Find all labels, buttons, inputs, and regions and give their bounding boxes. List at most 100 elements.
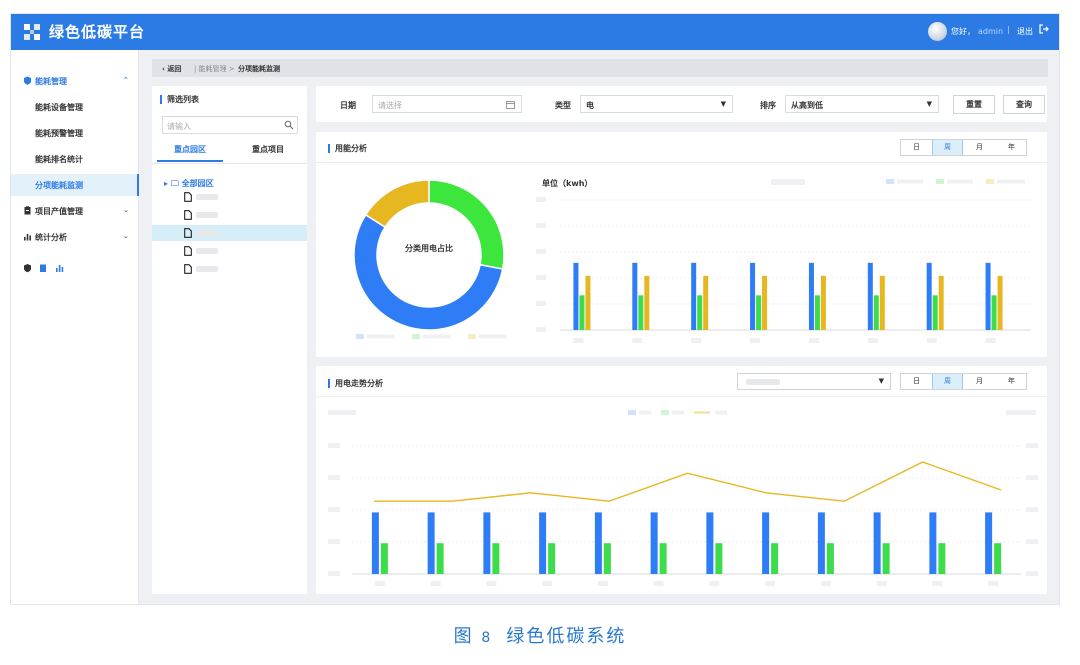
breadcrumb-parent[interactable]: | 能耗管理 > <box>194 64 235 74</box>
chevron-down-icon: ⌄ <box>123 232 129 240</box>
period-day[interactable]: 日 <box>901 140 932 155</box>
back-link[interactable]: ‹ 返回 <box>162 64 181 74</box>
sidebar-item-label: 能耗排名统计 <box>35 155 83 164</box>
bar <box>926 262 932 330</box>
sidebar-item-label: 能耗预警管理 <box>35 129 83 138</box>
y2-tick-label <box>1026 475 1038 480</box>
app-window: 绿色低碳平台 您好， admin | 退出 能耗管理 ⌃ 能耗设备管理 能耗预警管… <box>10 13 1060 605</box>
tree-item[interactable] <box>152 243 307 259</box>
tab-key-parks[interactable]: 重点园区 <box>157 144 223 162</box>
tab-key-projects[interactable]: 重点项目 <box>235 144 301 162</box>
figure-title: 绿色低碳系统 <box>506 626 627 647</box>
bar <box>573 262 579 330</box>
bar <box>938 543 946 574</box>
sidebar-item-ranking[interactable]: 能耗排名统计 <box>11 148 139 170</box>
x-tick-label <box>573 338 584 343</box>
bar <box>659 543 667 574</box>
donut-slice <box>364 179 430 229</box>
period-year[interactable]: 年 <box>996 374 1027 389</box>
y-tick-label <box>536 249 546 254</box>
date-label: 日期 <box>340 101 356 110</box>
file-icon <box>184 228 192 238</box>
sort-value: 从高到低 <box>791 101 823 110</box>
tree-item[interactable] <box>152 189 307 205</box>
period-week[interactable]: 周 <box>932 140 963 155</box>
bar <box>603 543 611 574</box>
bar <box>644 275 650 330</box>
trend-select[interactable]: ▼ <box>737 373 891 390</box>
avatar[interactable] <box>928 22 947 41</box>
search-placeholder: 请输入 <box>167 122 191 131</box>
period-selector[interactable]: 日 周 月 年 <box>900 139 1027 156</box>
logout-link[interactable]: 退出 <box>1017 26 1033 37</box>
bar <box>997 275 1003 330</box>
bar <box>873 295 879 330</box>
trend-analysis-panel: 用电走势分析 ▼ 日 周 月 年 <box>316 366 1047 594</box>
tab-underline <box>152 163 307 164</box>
bar <box>826 543 834 574</box>
logout-icon[interactable] <box>1039 24 1049 34</box>
query-button[interactable]: 查询 <box>1003 95 1045 114</box>
file-icon <box>184 192 192 202</box>
y-tick-label <box>536 301 546 306</box>
bar <box>579 295 585 330</box>
chevron-down-icon: ⌄ <box>123 206 129 214</box>
donut-center-label: 分类用电占比 <box>405 244 453 253</box>
date-picker[interactable]: 请选择 <box>372 95 522 113</box>
sidebar-group-energy[interactable]: 能耗管理 ⌃ <box>11 70 139 92</box>
file-icon <box>184 264 192 274</box>
sidebar: 能耗管理 ⌃ 能耗设备管理 能耗预警管理 能耗排名统计 分项能耗监测 项目产值管… <box>11 50 139 604</box>
period-month[interactable]: 月 <box>964 374 995 389</box>
sidebar-item-device[interactable]: 能耗设备管理 <box>11 96 139 118</box>
bar <box>371 512 379 574</box>
bar <box>756 295 762 330</box>
reset-button[interactable]: 重置 <box>953 95 995 114</box>
y-tick-label <box>536 223 546 228</box>
top-separator: | <box>1007 25 1010 34</box>
panel-title: 用能分析 <box>328 144 367 153</box>
sidebar-group-project[interactable]: 项目产值管理 ⌄ <box>11 200 139 222</box>
figure-caption: 图 8 绿色低碳系统 <box>0 622 1080 648</box>
search-input[interactable]: 请输入 <box>162 116 298 134</box>
file-icon <box>184 210 192 220</box>
sidebar-group-label: 能耗管理 <box>35 77 67 86</box>
type-select[interactable]: 电 ▼ <box>580 95 733 113</box>
file-icon <box>184 246 192 256</box>
bar <box>938 275 944 330</box>
bar <box>585 275 591 330</box>
type-value: 电 <box>586 101 594 110</box>
bar <box>594 512 602 574</box>
bar <box>820 275 826 330</box>
caret-down-icon: ▼ <box>720 100 726 108</box>
sidebar-group-stats[interactable]: 统计分析 ⌄ <box>11 226 139 248</box>
tree-item-label <box>196 194 218 200</box>
period-year[interactable]: 年 <box>996 140 1027 155</box>
period-week[interactable]: 周 <box>932 374 963 389</box>
sidebar-item-monitor[interactable]: 分项能耗监测 <box>11 174 139 196</box>
bar <box>932 295 938 330</box>
tree-item[interactable] <box>152 207 307 223</box>
period-month[interactable]: 月 <box>964 140 995 155</box>
tree-item[interactable] <box>152 225 307 241</box>
bar <box>483 512 491 574</box>
period-selector[interactable]: 日 周 月 年 <box>900 373 1027 390</box>
caret-down-icon: ▼ <box>926 100 932 108</box>
app-title: 绿色低碳平台 <box>49 23 146 41</box>
sort-select[interactable]: 从高到低 ▼ <box>785 95 939 113</box>
bar <box>985 512 993 574</box>
panel-divider <box>316 396 1047 397</box>
sidebar-group-label: 项目产值管理 <box>35 207 83 216</box>
y2-tick-label <box>1026 507 1038 512</box>
period-day[interactable]: 日 <box>901 374 932 389</box>
folder-icon: 🗀 <box>170 179 179 188</box>
tree-item[interactable] <box>152 261 307 277</box>
filter-title: 筛选列表 <box>160 95 199 104</box>
x-tick-label <box>542 581 553 586</box>
y-tick-label <box>328 507 340 512</box>
bar <box>867 262 873 330</box>
breadcrumb-current: 分项能耗监测 <box>238 65 280 73</box>
tree-item-label <box>196 248 218 254</box>
sidebar-item-warning[interactable]: 能耗预警管理 <box>11 122 139 144</box>
y-tick-label <box>536 197 546 202</box>
tree-root-label: 全部园区 <box>181 179 214 188</box>
